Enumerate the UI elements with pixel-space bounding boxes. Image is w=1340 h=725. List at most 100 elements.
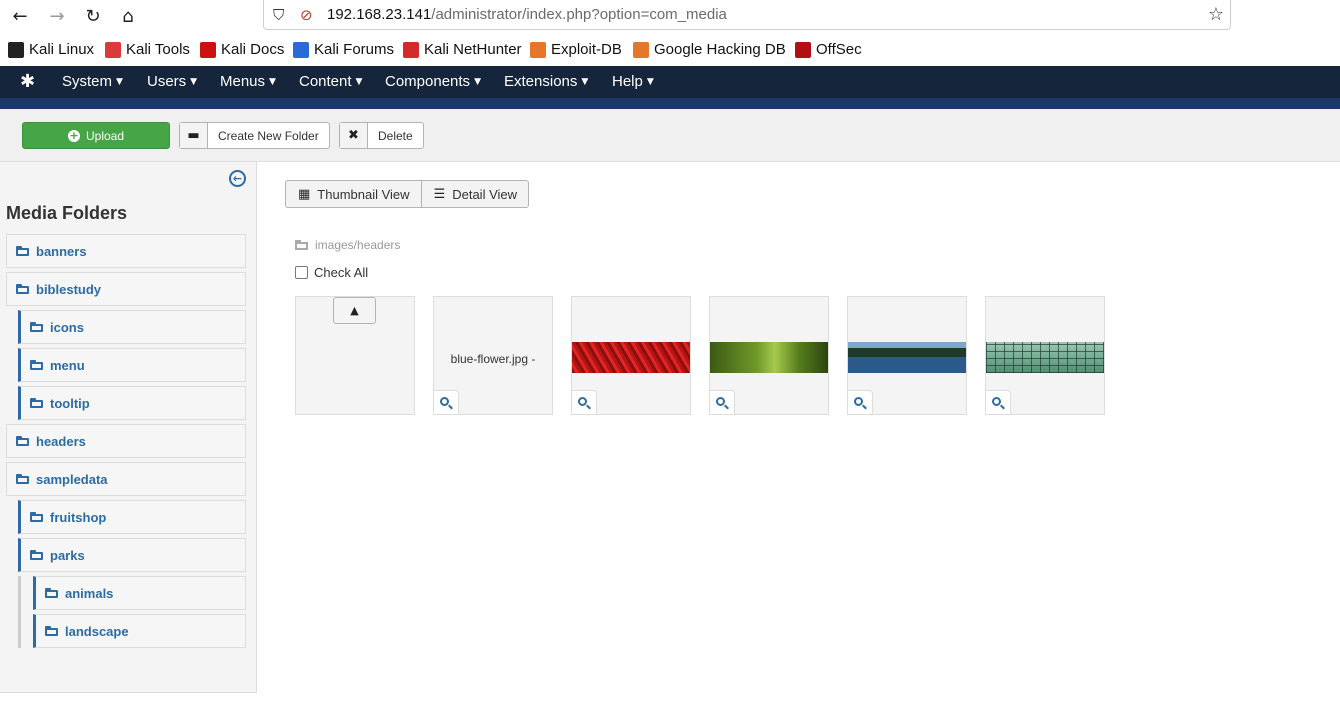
menu-help[interactable]: Help ▼ [612,73,654,90]
caret-down-icon: ▼ [116,77,123,87]
folder-item[interactable]: menu [18,348,246,382]
forward-arrow-icon[interactable]: → [45,4,69,28]
menu-components[interactable]: Components ▼ [385,73,481,90]
url-text[interactable]: 192.168.23.141/administrator/index.php?o… [327,6,727,23]
zoom-preview-button[interactable] [847,390,873,415]
bookmark-item[interactable]: Exploit-DB [530,41,622,58]
bookmarks-bar: Kali Linux Kali Tools Kali Docs Kali Forums… [0,34,1340,66]
detail-view-button[interactable]: ☰ Detail View [420,181,528,207]
kali-dragon-icon [8,41,24,58]
view-toggle: ▦ Thumbnail View ☰ Detail View [285,180,530,208]
folder-up-button[interactable]: ▲ [333,297,376,324]
home-icon[interactable]: ⌂ [116,4,140,28]
folder-item[interactable]: animals [33,576,246,610]
create-folder-button[interactable]: ▬ Create New Folder [179,122,330,149]
folder-item[interactable]: headers [6,424,246,458]
thumbnail-view-button[interactable]: ▦ Thumbnail View [286,181,421,207]
zoom-preview-button[interactable] [433,390,459,415]
thumbnail-image[interactable] [986,342,1104,373]
bookmark-item[interactable]: Kali Forums [293,41,394,58]
thumbnail-image[interactable] [572,342,690,373]
check-all[interactable]: Check All [295,265,368,280]
folder-item[interactable]: parks [18,538,246,572]
folder-open-icon [16,436,29,446]
media-thumbnail[interactable] [847,296,967,415]
joomla-logo-icon[interactable]: ✱ [20,72,40,92]
folder-item[interactable]: icons [18,310,246,344]
delete-button[interactable]: ✖ Delete [339,122,424,149]
media-thumbnail[interactable] [985,296,1105,415]
menu-system[interactable]: System ▼ [62,73,123,90]
folder-item[interactable]: landscape [33,614,246,648]
bookmark-label: Kali Docs [221,41,285,58]
upload-button[interactable]: + Upload [22,122,170,149]
shield-icon[interactable]: ⛉ [273,6,284,24]
media-thumbnail[interactable]: ▲ [295,296,415,415]
folder-item[interactable]: sampledata [6,462,246,496]
bookmark-item[interactable]: Kali Docs [200,41,284,58]
bookmark-item[interactable]: Google Hacking DB [633,41,786,58]
menu-extensions[interactable]: Extensions ▼ [504,73,588,90]
bookmark-label: Kali Linux [29,41,95,58]
offsec-icon [795,41,811,58]
reload-icon[interactable]: ↻ [81,4,105,28]
bookmark-label: Exploit-DB [551,41,622,58]
folder-icon: ▬ [180,123,208,148]
kali-nethunter-icon [403,41,419,58]
menu-content[interactable]: Content ▼ [299,73,362,90]
bookmark-label: Kali NetHunter [424,41,522,58]
folder-icon [295,240,308,250]
breadcrumb: images/headers [295,238,400,252]
caret-down-icon: ▼ [190,77,198,87]
menu-users[interactable]: Users ▼ [147,73,197,90]
thumbnail-image[interactable] [710,342,828,373]
thumbnail-caption: blue-flower.jpg - [450,352,536,366]
bookmark-label: Google Hacking DB [654,41,786,58]
url-bar[interactable]: ⛉ ⊘ 192.168.23.141/administrator/index.p… [263,0,1231,30]
kali-docs-icon [200,41,216,58]
folder-item[interactable]: tooltip [18,386,246,420]
search-icon [716,396,725,406]
folder-label: icons [50,319,84,335]
bookmark-item[interactable]: Kali Tools [105,41,190,58]
bookmark-item[interactable]: OffSec [795,41,862,58]
folder-label: menu [50,357,85,373]
zoom-preview-button[interactable] [709,390,735,415]
insecure-lock-icon[interactable]: ⊘ [300,6,313,24]
folder-item[interactable]: banners [6,234,246,268]
folder-open-icon [30,550,43,560]
upload-label: Upload [85,128,125,143]
folder-item[interactable]: fruitshop [18,500,246,534]
create-folder-label: Create New Folder [218,128,319,143]
menu-label: Content [299,73,352,90]
media-thumbnail[interactable] [709,296,829,415]
media-thumbnail[interactable]: blue-flower.jpg - [433,296,553,415]
caret-down-icon: ▼ [269,77,276,87]
bookmark-item[interactable]: Kali Linux [8,41,94,58]
collapse-sidebar-icon[interactable]: ← [229,170,246,187]
current-path: images/headers [315,238,401,252]
folder-label: banners [36,243,87,259]
zoom-preview-button[interactable] [985,390,1011,415]
bookmark-star-icon[interactable]: ☆ [1208,4,1224,25]
bookmark-item[interactable]: Kali NetHunter [403,41,522,58]
folder-open-icon [16,474,29,484]
menu-label: Help [612,73,643,90]
exploit-db-icon [530,41,546,58]
folder-open-icon [30,512,43,522]
search-icon [440,396,449,406]
folder-label: animals [65,585,114,601]
zoom-preview-button[interactable] [571,390,597,415]
indent-guide [18,576,21,648]
list-icon: ☰ [433,186,446,202]
thumbnail-image[interactable] [848,342,966,373]
check-all-checkbox[interactable] [295,266,308,279]
folder-open-icon [30,360,43,370]
plus-circle-icon: + [67,128,80,142]
sidebar: ← Media Folders banners biblestudy icons me… [0,162,257,693]
back-arrow-icon[interactable]: ← [8,4,32,28]
sidebar-title: Media Folders [6,203,128,223]
folder-item[interactable]: biblestudy [6,272,246,306]
media-thumbnail[interactable] [571,296,691,415]
menu-menus[interactable]: Menus ▼ [220,73,276,90]
